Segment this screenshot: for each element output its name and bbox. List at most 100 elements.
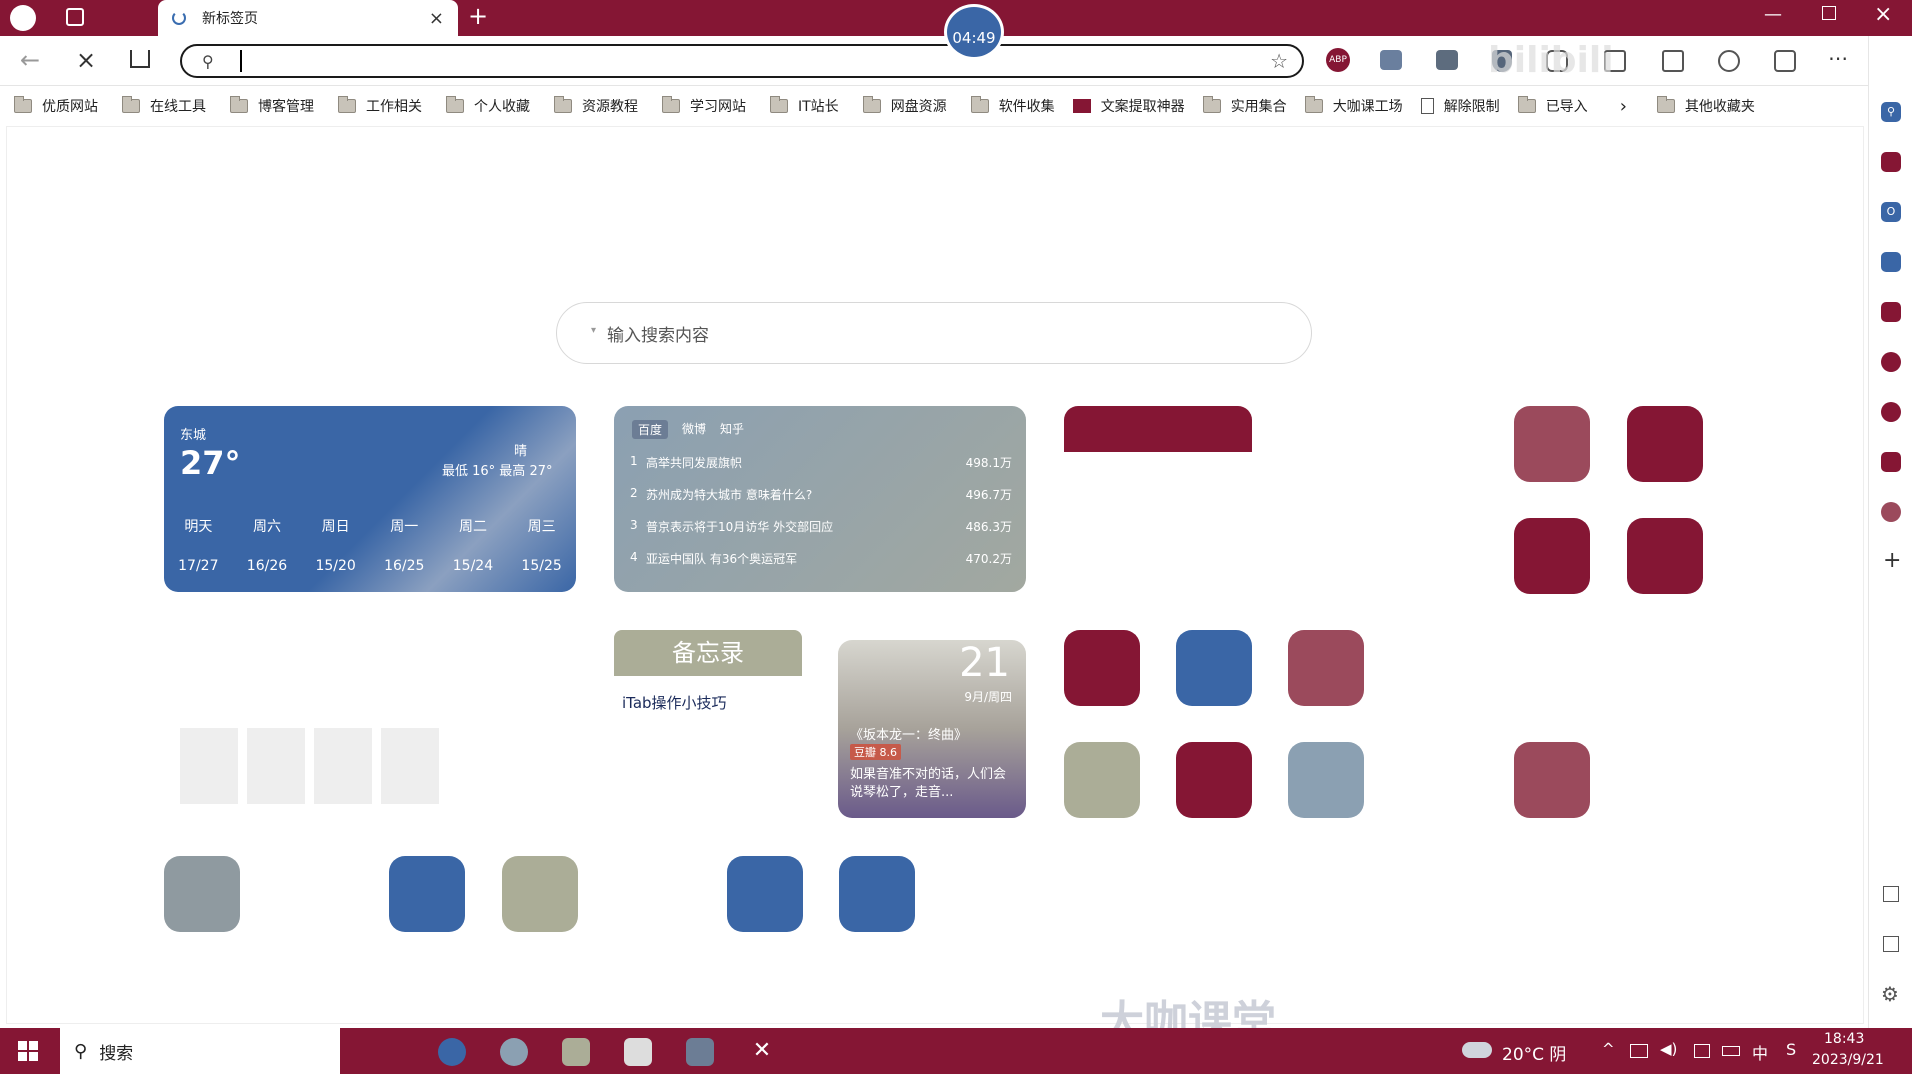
- display-icon[interactable]: [1694, 1044, 1710, 1058]
- toolbox-icon[interactable]: [1881, 152, 1901, 172]
- settings-app-icon[interactable]: [1881, 502, 1901, 522]
- document-taskbar-icon[interactable]: [624, 1038, 652, 1066]
- tab-baidu[interactable]: 百度: [632, 420, 669, 439]
- extension-icon[interactable]: [1436, 50, 1458, 70]
- hot-item[interactable]: 3 普京表示将于10月访华 外交部回应 486.3万: [630, 518, 1012, 535]
- app-icon[interactable]: [839, 856, 915, 932]
- tab-actions-icon[interactable]: [66, 8, 84, 26]
- app-icon[interactable]: [1514, 742, 1590, 818]
- profile-icon[interactable]: [1774, 50, 1796, 72]
- extension-icon[interactable]: [1380, 50, 1402, 70]
- health-icon[interactable]: [1718, 50, 1740, 72]
- address-bar[interactable]: ⚲ ☆: [180, 44, 1304, 78]
- ime-indicator[interactable]: 中: [1752, 1040, 1768, 1064]
- weather-widget[interactable]: 东城 27° 晴 最低 16° 最高 27° 明天 周六 周日 周一 周二 周三 17/2…: [164, 406, 576, 592]
- memo-item[interactable]: iTab操作小技巧: [622, 692, 727, 713]
- more-menu-icon[interactable]: ⋯: [1828, 46, 1848, 70]
- calendar-widget[interactable]: [1064, 406, 1252, 452]
- bookmark-folder[interactable]: 实用集合: [1202, 96, 1287, 116]
- tab-new-tab[interactable]: 新标签页 ×: [158, 0, 458, 36]
- bookmark-folder[interactable]: 软件收集: [970, 96, 1055, 116]
- bookmark-folder[interactable]: 优质网站: [14, 96, 98, 116]
- app-icon[interactable]: [1176, 742, 1252, 818]
- favorite-star-icon[interactable]: ☆: [1270, 49, 1288, 73]
- taskbar-search[interactable]: ⚲ 搜索: [60, 1028, 340, 1074]
- bookmark-icon[interactable]: [1881, 302, 1901, 322]
- app-icon[interactable]: [1064, 742, 1140, 818]
- home-icon[interactable]: [130, 50, 150, 68]
- thumbnail[interactable]: [381, 728, 439, 804]
- app-icon[interactable]: [502, 856, 578, 932]
- adblock-icon[interactable]: ABP: [1326, 48, 1350, 72]
- thumbnail[interactable]: [180, 728, 238, 804]
- bookmark-folder[interactable]: 博客管理: [230, 96, 314, 116]
- tab-zhihu[interactable]: 知乎: [720, 420, 744, 439]
- windows-start-icon[interactable]: [18, 1041, 38, 1061]
- explorer-taskbar-icon[interactable]: [686, 1038, 714, 1066]
- bookmark-folder[interactable]: 在线工具: [122, 96, 206, 116]
- bookmark-link[interactable]: 文案提取神器: [1072, 96, 1185, 116]
- app-icon[interactable]: [389, 856, 465, 932]
- clock-time[interactable]: 18:43: [1824, 1031, 1864, 1047]
- search-icon[interactable]: ⚲: [1881, 102, 1901, 122]
- sogou-icon[interactable]: S: [1786, 1040, 1796, 1059]
- bookmark-folder[interactable]: 学习网站: [662, 96, 746, 116]
- clock-date[interactable]: 2023/9/21: [1812, 1052, 1884, 1068]
- hot-item[interactable]: 1 高举共同发展旗帜 498.1万: [630, 454, 1012, 471]
- bookmark-folder[interactable]: 工作相关: [338, 96, 422, 116]
- network-icon[interactable]: [1630, 1044, 1648, 1058]
- outlook-icon[interactable]: O: [1881, 202, 1901, 222]
- gear-icon[interactable]: ⚙: [1881, 982, 1899, 1006]
- memo-title[interactable]: 备忘录: [614, 630, 802, 676]
- send-icon[interactable]: [1881, 252, 1901, 272]
- profile-avatar[interactable]: [10, 5, 36, 31]
- open-external-icon[interactable]: [1883, 936, 1899, 952]
- window-close-icon[interactable]: ×: [1874, 2, 1892, 27]
- add-icon[interactable]: +: [1883, 548, 1901, 573]
- app-icon[interactable]: [164, 856, 240, 932]
- thumbnail[interactable]: [247, 728, 305, 804]
- stop-icon[interactable]: ×: [76, 46, 96, 74]
- chevron-up-icon[interactable]: ^: [1602, 1040, 1615, 1058]
- tool-taskbar-icon[interactable]: ✕: [748, 1038, 776, 1066]
- edge-taskbar-icon[interactable]: [438, 1038, 466, 1066]
- battery-icon[interactable]: [1722, 1046, 1740, 1056]
- app-icon[interactable]: [727, 856, 803, 932]
- search-tool-icon[interactable]: [1881, 352, 1901, 372]
- chrome-taskbar-icon[interactable]: [500, 1038, 528, 1066]
- bookmark-folder[interactable]: 个人收藏: [446, 96, 530, 116]
- circle-app-icon[interactable]: [1881, 402, 1901, 422]
- thumbnail[interactable]: [314, 728, 372, 804]
- game-icon[interactable]: [1881, 452, 1901, 472]
- bookmark-folder[interactable]: 网盘资源: [862, 96, 947, 116]
- back-icon[interactable]: ←: [20, 46, 40, 74]
- app-icon[interactable]: [1627, 518, 1703, 594]
- weather-status[interactable]: 20°C 阴: [1502, 1040, 1566, 1065]
- hot-list-widget[interactable]: 百度 微博 知乎 1 高举共同发展旗帜 498.1万 2 苏州成为特大城市 意味着什么…: [614, 406, 1026, 592]
- search-box[interactable]: ▾ 输入搜索内容: [556, 302, 1312, 364]
- app-icon[interactable]: [1288, 742, 1364, 818]
- app-icon[interactable]: [1514, 406, 1590, 482]
- new-tab-icon[interactable]: +: [468, 2, 488, 30]
- hot-item[interactable]: 2 苏州成为特大城市 意味着什么? 496.7万: [630, 486, 1012, 503]
- app-icon[interactable]: [1627, 406, 1703, 482]
- bookmark-folder[interactable]: IT站长: [770, 96, 839, 116]
- restore-icon[interactable]: [1822, 6, 1836, 20]
- app-icon[interactable]: [1064, 630, 1140, 706]
- minimize-icon[interactable]: —: [1764, 4, 1782, 25]
- bookmark-link[interactable]: 解除限制: [1420, 96, 1500, 116]
- bookmark-folder[interactable]: 大咖课工场: [1304, 96, 1403, 116]
- notes-taskbar-icon[interactable]: [562, 1038, 590, 1066]
- hot-item[interactable]: 4 亚运中国队 有36个奥运冠军 470.2万: [630, 550, 1012, 567]
- bookmark-folder[interactable]: 资源教程: [554, 96, 638, 116]
- app-icon[interactable]: [1288, 630, 1364, 706]
- collections-icon[interactable]: [1662, 50, 1684, 72]
- app-icon[interactable]: [1514, 518, 1590, 594]
- screenshot-icon[interactable]: [1883, 886, 1899, 902]
- volume-icon[interactable]: ◀): [1660, 1040, 1677, 1058]
- movie-widget[interactable]: 21 9月/周四 《坂本龙一：终曲》 豆瓣 8.6 如果音准不对的话，人们会说琴…: [838, 640, 1026, 818]
- bookmark-folder[interactable]: 已导入: [1517, 96, 1588, 116]
- tab-close-icon[interactable]: ×: [429, 8, 444, 29]
- bookmarks-more-icon[interactable]: ›: [1620, 96, 1627, 117]
- tab-weibo[interactable]: 微博: [682, 420, 706, 439]
